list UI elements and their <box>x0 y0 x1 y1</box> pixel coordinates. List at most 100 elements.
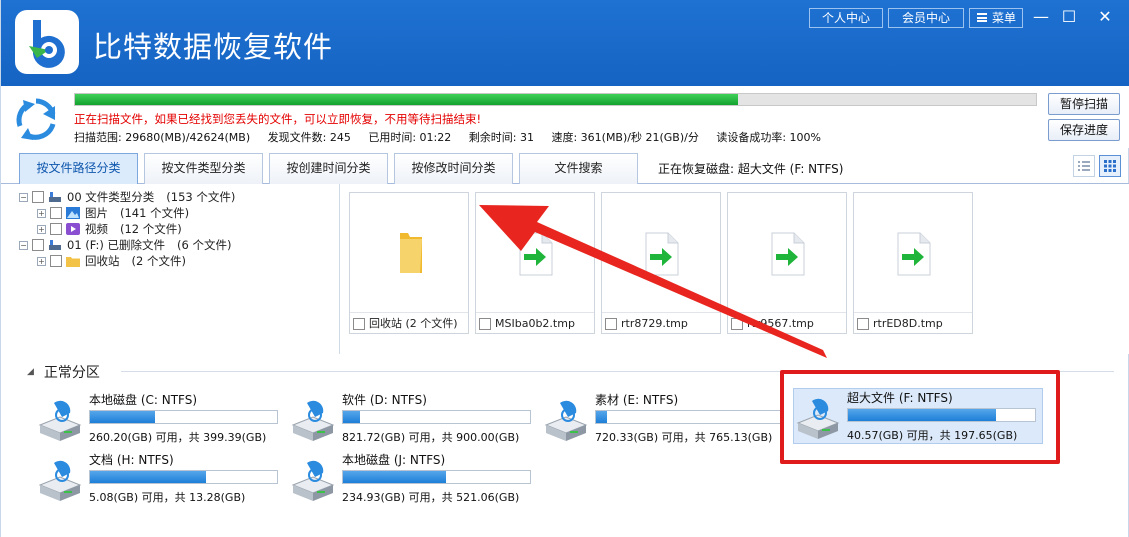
minimize-icon[interactable]: — <box>1028 6 1054 28</box>
file-card-rtr9567[interactable]: rtr9567.tmp <box>727 192 847 334</box>
file-checkbox[interactable] <box>353 317 365 330</box>
file-caption: rtr9567.tmp <box>728 312 846 334</box>
tree-node-videos[interactable]: + 视频 (12 个文件) <box>37 221 182 237</box>
drive-free-space: 821.72(GB) 可用，共 900.00(GB) <box>342 431 520 444</box>
expand-icon[interactable]: + <box>37 208 46 218</box>
tree-node-recycle-bin[interactable]: + 回收站 (2 个文件) <box>37 253 186 269</box>
drive-name: 超大文件 (F: NTFS) <box>847 391 953 405</box>
drive-name: 本地磁盘 (C: NTFS) <box>89 393 198 407</box>
close-icon[interactable]: ✕ <box>1092 6 1118 28</box>
elapsed-time: 已用时间: 01:22 <box>368 131 452 144</box>
tree-checkbox[interactable] <box>50 255 62 267</box>
tree-checkbox[interactable] <box>50 223 62 235</box>
drive-free-space: 40.57(GB) 可用，共 197.65(GB) <box>847 429 1018 442</box>
tab-by-path[interactable]: 按文件路径分类 <box>19 153 138 185</box>
tab-file-search[interactable]: 文件搜索 <box>519 153 638 184</box>
file-arrow-icon <box>771 232 805 276</box>
file-checkbox[interactable] <box>479 317 491 330</box>
file-checkbox[interactable] <box>605 317 617 330</box>
scan-progress-area: 正在扫描文件，如果已经找到您丢失的文件，可以立即恢复，不用等待扫描结束! 扫描范… <box>1 86 1129 148</box>
drive-usage-bar <box>847 408 1036 422</box>
drive-f-selected[interactable]: 超大文件 (F: NTFS) 40.57(GB) 可用，共 197.65(GB) <box>793 388 1043 444</box>
scan-progress-bar <box>74 93 1037 106</box>
read-success-rate: 读设备成功率: 100% <box>716 131 821 144</box>
drive-usage-bar <box>595 410 784 424</box>
drive-e[interactable]: 素材 (E: NTFS) 720.33(GB) 可用，共 765.13(GB) <box>542 391 792 447</box>
file-card-rtred8d[interactable]: rtrED8D.tmp <box>853 192 973 334</box>
drive-usage-bar <box>89 470 278 484</box>
drive-name: 本地磁盘 (J: NTFS) <box>342 453 446 467</box>
drive-usage-bar <box>89 410 278 424</box>
drive-c[interactable]: 本地磁盘 (C: NTFS) 260.20(GB) 可用，共 399.39(GB… <box>36 391 286 447</box>
drive-d[interactable]: 软件 (D: NTFS) 821.72(GB) 可用，共 900.00(GB) <box>289 391 539 447</box>
partition-header[interactable]: ◢ 正常分区 <box>27 362 100 382</box>
tree-checkbox[interactable] <box>50 207 62 219</box>
scan-speed: 速度: 361(MB)/秒 21(GB)/分 <box>551 131 699 144</box>
tree-node-count: (153 个文件) <box>166 190 236 204</box>
hard-drive-icon <box>38 460 82 501</box>
scan-progress-fill <box>75 94 739 105</box>
expand-icon[interactable]: + <box>37 224 46 234</box>
drive-usage-bar <box>342 410 531 424</box>
list-view-icon[interactable] <box>1073 155 1095 177</box>
personal-center-button[interactable]: 个人中心 <box>809 8 883 28</box>
folder-icon <box>400 233 422 273</box>
hamburger-icon-middle <box>977 17 987 19</box>
tree-node-pictures[interactable]: + 图片 (141 个文件) <box>37 205 189 221</box>
drive-j[interactable]: 本地磁盘 (J: NTFS) 234.93(GB) 可用，共 521.06(GB… <box>289 451 539 507</box>
file-arrow-icon <box>645 232 679 276</box>
drive-icon <box>49 240 61 250</box>
remaining-time: 剩余时间: 31 <box>468 131 534 144</box>
hard-drive-icon <box>291 400 335 441</box>
drive-usage-fill <box>90 471 206 483</box>
drive-usage-fill <box>848 409 996 421</box>
app-window: 比特数据恢复软件 个人中心 会员中心 菜单 — ☐ ✕ 正在扫描文件，如果已经找… <box>0 0 1129 537</box>
drive-usage-fill <box>90 411 156 423</box>
expand-icon[interactable]: + <box>37 256 46 266</box>
file-checkbox[interactable] <box>731 317 743 330</box>
app-title: 比特数据恢复软件 <box>93 30 334 64</box>
collapse-icon[interactable]: − <box>19 240 28 250</box>
tree-node-label: 回收站 <box>85 254 120 268</box>
hard-drive-icon <box>291 460 335 501</box>
collapse-icon[interactable]: − <box>19 192 28 202</box>
file-card-msiba0b2[interactable]: MSIba0b2.tmp <box>475 192 595 334</box>
drive-usage-fill <box>343 471 446 483</box>
file-caption: rtrED8D.tmp <box>854 312 972 334</box>
tab-by-type[interactable]: 按文件类型分类 <box>144 153 263 184</box>
tree-checkbox[interactable] <box>32 191 44 203</box>
folder-tree: − 00 文件类型分类 (153 个文件) + 图片 (141 个文件) + 视… <box>9 184 340 354</box>
file-card-rtr8729[interactable]: rtr8729.tmp <box>601 192 721 334</box>
found-files: 发现文件数: 245 <box>267 131 351 144</box>
drive-name: 软件 (D: NTFS) <box>342 393 427 407</box>
collapse-triangle-icon[interactable]: ◢ <box>27 367 34 377</box>
drive-usage-fill <box>596 411 608 423</box>
hard-drive-icon <box>796 398 840 439</box>
picture-icon <box>66 207 80 219</box>
member-center-button[interactable]: 会员中心 <box>888 8 964 28</box>
tree-node-label: 00 文件类型分类 <box>67 190 155 204</box>
file-name: rtr8729.tmp <box>621 317 688 330</box>
recovering-disk-label: 正在恢复磁盘: 超大文件 (F: NTFS) <box>658 162 844 176</box>
tab-bar: 按文件路径分类 按文件类型分类 按创建时间分类 按修改时间分类 文件搜索 正在恢… <box>1 150 1129 185</box>
drive-h[interactable]: 文档 (H: NTFS) 5.08(GB) 可用，共 13.28(GB) <box>36 451 286 507</box>
tree-node-count: (6 个文件) <box>177 238 232 252</box>
maximize-icon[interactable]: ☐ <box>1056 6 1082 28</box>
tab-by-created-time[interactable]: 按创建时间分类 <box>269 153 388 184</box>
file-arrow-icon <box>519 232 553 276</box>
file-checkbox[interactable] <box>857 317 869 330</box>
partition-header-label: 正常分区 <box>43 365 100 381</box>
tree-node-file-types[interactable]: − 00 文件类型分类 (153 个文件) <box>19 189 235 205</box>
drive-usage-fill <box>343 411 360 423</box>
menu-button[interactable]: 菜单 <box>969 8 1023 28</box>
save-progress-button[interactable]: 保存进度 <box>1048 119 1120 141</box>
tree-node-deleted-files[interactable]: − 01 (F:) 已删除文件 (6 个文件) <box>19 237 231 253</box>
grid-view-icon[interactable] <box>1099 155 1121 177</box>
file-caption: MSIba0b2.tmp <box>476 312 594 334</box>
file-caption: rtr8729.tmp <box>602 312 720 334</box>
pause-scan-button[interactable]: 暂停扫描 <box>1048 93 1120 115</box>
tab-by-modified-time[interactable]: 按修改时间分类 <box>394 153 513 184</box>
file-card-recycle-bin[interactable]: 回收站 (2 个文件) <box>349 192 469 334</box>
tree-checkbox[interactable] <box>32 239 44 251</box>
app-logo-icon <box>15 10 79 74</box>
